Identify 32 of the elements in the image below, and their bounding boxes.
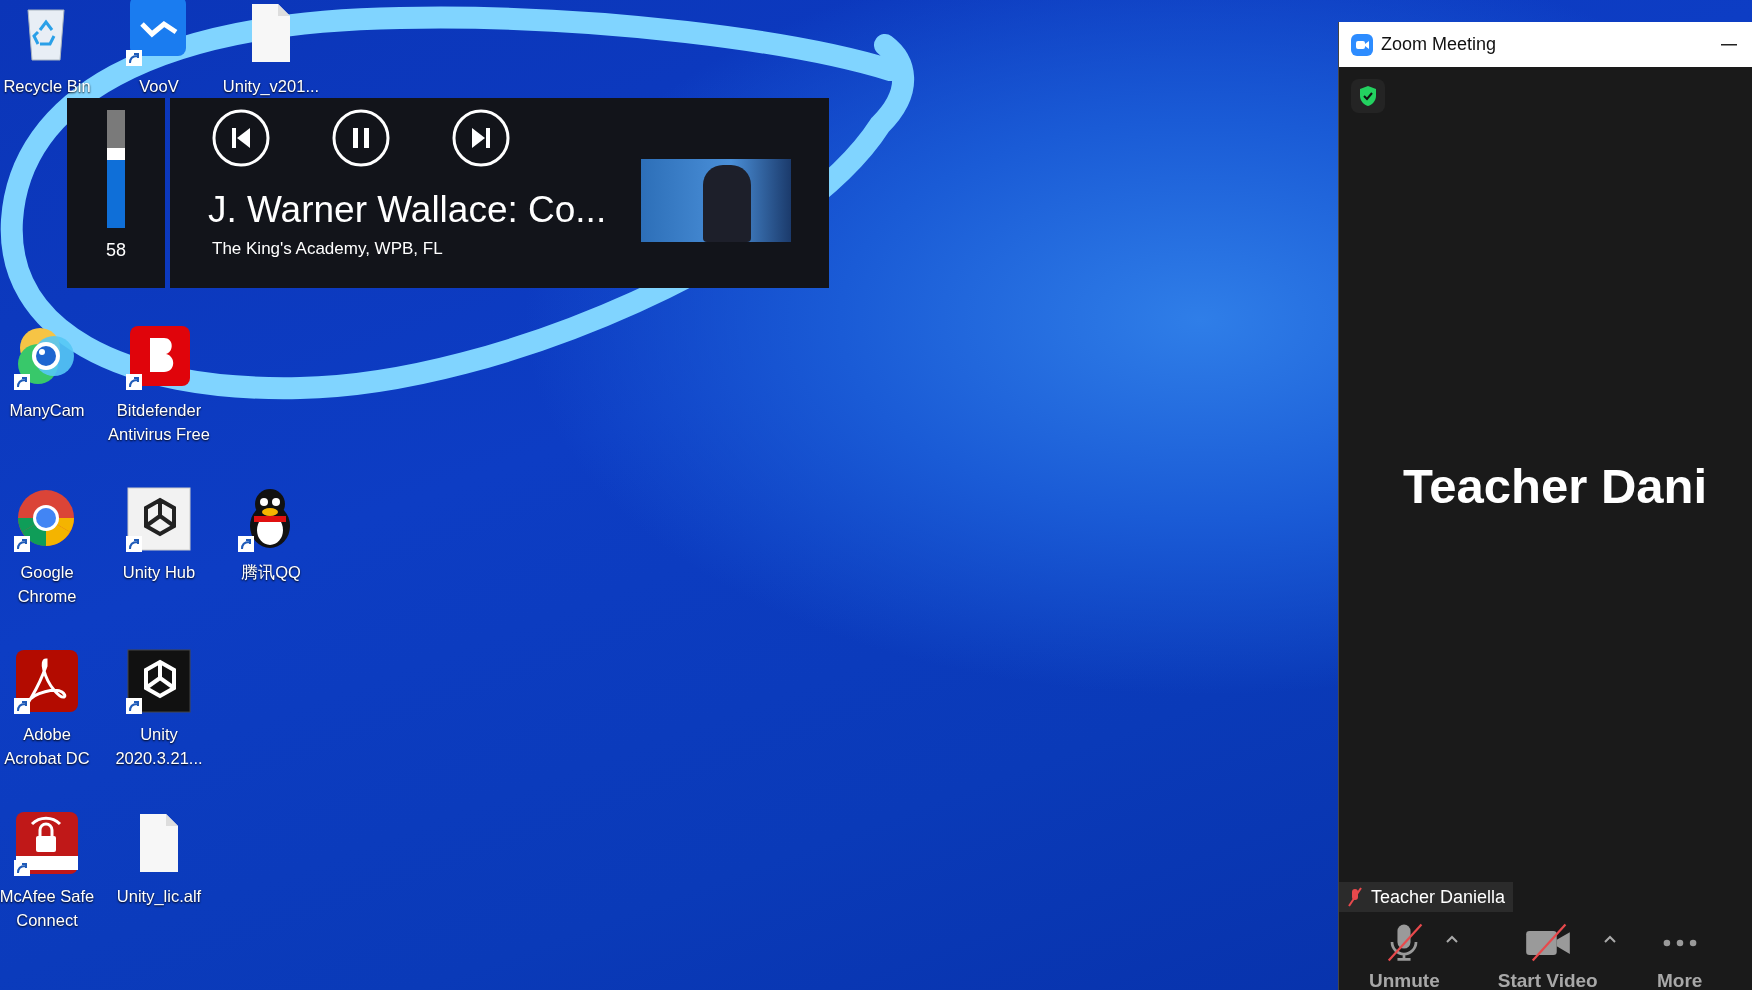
icon-label[interactable]: Adobe Acrobat DC (0, 722, 100, 770)
volume-slider[interactable] (107, 110, 125, 228)
icon-label[interactable]: Unity_lic.alf (106, 884, 212, 908)
icon-label[interactable]: 腾讯QQ (218, 560, 324, 584)
media-title: J. Warner Wallace: Co... (208, 189, 607, 231)
icon-label[interactable]: VooV (106, 74, 212, 98)
previous-button[interactable] (212, 109, 270, 167)
volume-thumb[interactable] (107, 147, 125, 160)
padlock-icon[interactable] (14, 810, 80, 876)
start-video-button[interactable]: Start Video (1497, 922, 1598, 990)
unmute-button[interactable]: Unmute (1369, 922, 1440, 990)
icon-label[interactable]: Bitdefender Antivirus Free (106, 398, 212, 446)
icon-label[interactable]: ManyCam (0, 398, 100, 422)
icon-label[interactable]: Google Chrome (0, 560, 100, 608)
pause-button[interactable] (332, 109, 390, 167)
participant-label: Teacher Daniella (1371, 886, 1506, 909)
participant-name: Teacher Dani (1403, 458, 1709, 514)
cube-logo-icon[interactable] (126, 648, 192, 714)
more-button[interactable]: More (1655, 922, 1704, 990)
minimize-icon[interactable] (1721, 43, 1737, 46)
video-camera-off-icon[interactable] (1523, 922, 1572, 962)
pdf-app-icon[interactable] (14, 648, 80, 714)
media-subtitle: The King's Academy, WPB, FL (212, 239, 444, 259)
icon-label[interactable]: Unity_v201... (218, 74, 324, 98)
volume-reading: 58 (106, 240, 126, 261)
window-title: Zoom Meeting (1381, 34, 1498, 55)
video-camera-icon (1351, 33, 1373, 56)
next-button[interactable] (452, 109, 510, 167)
icon-label[interactable]: Unity Hub (106, 560, 212, 584)
shield-check-icon[interactable] (1351, 79, 1385, 113)
icon-label[interactable]: McAfee Safe Connect (0, 884, 100, 932)
icon-label[interactable]: Unity 2020.3.21... (106, 722, 212, 770)
